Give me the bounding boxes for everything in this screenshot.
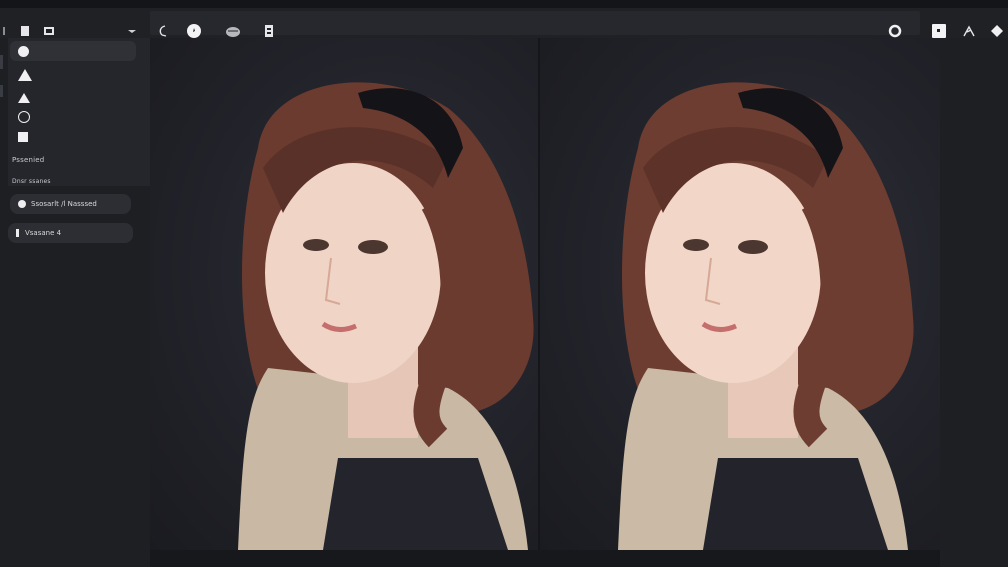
portrait-original-image [238, 82, 534, 550]
subsection-label: Dnsr ssanes [12, 178, 51, 185]
sidebar-edge-marker [0, 55, 3, 69]
circle-icon [18, 45, 29, 57]
sidebar-edge-marker [0, 85, 3, 97]
layer-dot-icon [18, 200, 26, 208]
shape-triangle-option[interactable] [10, 65, 136, 85]
circle-outline-icon [18, 111, 30, 123]
left-sidebar: Pssenied Dnsr ssanes Ssosarlt /l Nasssed… [0, 38, 150, 567]
section-label: Pssenied [12, 156, 45, 164]
portrait-edited-image [618, 82, 914, 550]
triangle-small-icon [18, 93, 30, 103]
right-panel [940, 38, 1008, 567]
shape-circle-outline-option[interactable] [10, 107, 136, 127]
shape-triangle-small-option[interactable] [10, 88, 136, 108]
triangle-icon [18, 69, 32, 81]
canvas-bottom-bar [150, 550, 940, 567]
layer-pill-2[interactable]: Vsasane 4 [8, 223, 133, 243]
top-toolbar [0, 8, 1008, 38]
window-top-strip [0, 0, 1008, 8]
shape-circle-option[interactable] [10, 41, 136, 61]
square-icon [18, 132, 28, 142]
image-canvas[interactable] [150, 38, 940, 550]
shape-square-option[interactable] [10, 127, 136, 147]
layer-pill-2-label: Vsasane 4 [25, 229, 62, 237]
layer-bar-icon [16, 229, 19, 237]
layer-pill-1-label: Ssosarlt /l Nasssed [31, 200, 97, 208]
original-image-pane[interactable] [150, 38, 538, 550]
edited-image-pane[interactable] [540, 38, 940, 550]
layer-pill-1[interactable]: Ssosarlt /l Nasssed [10, 194, 131, 214]
